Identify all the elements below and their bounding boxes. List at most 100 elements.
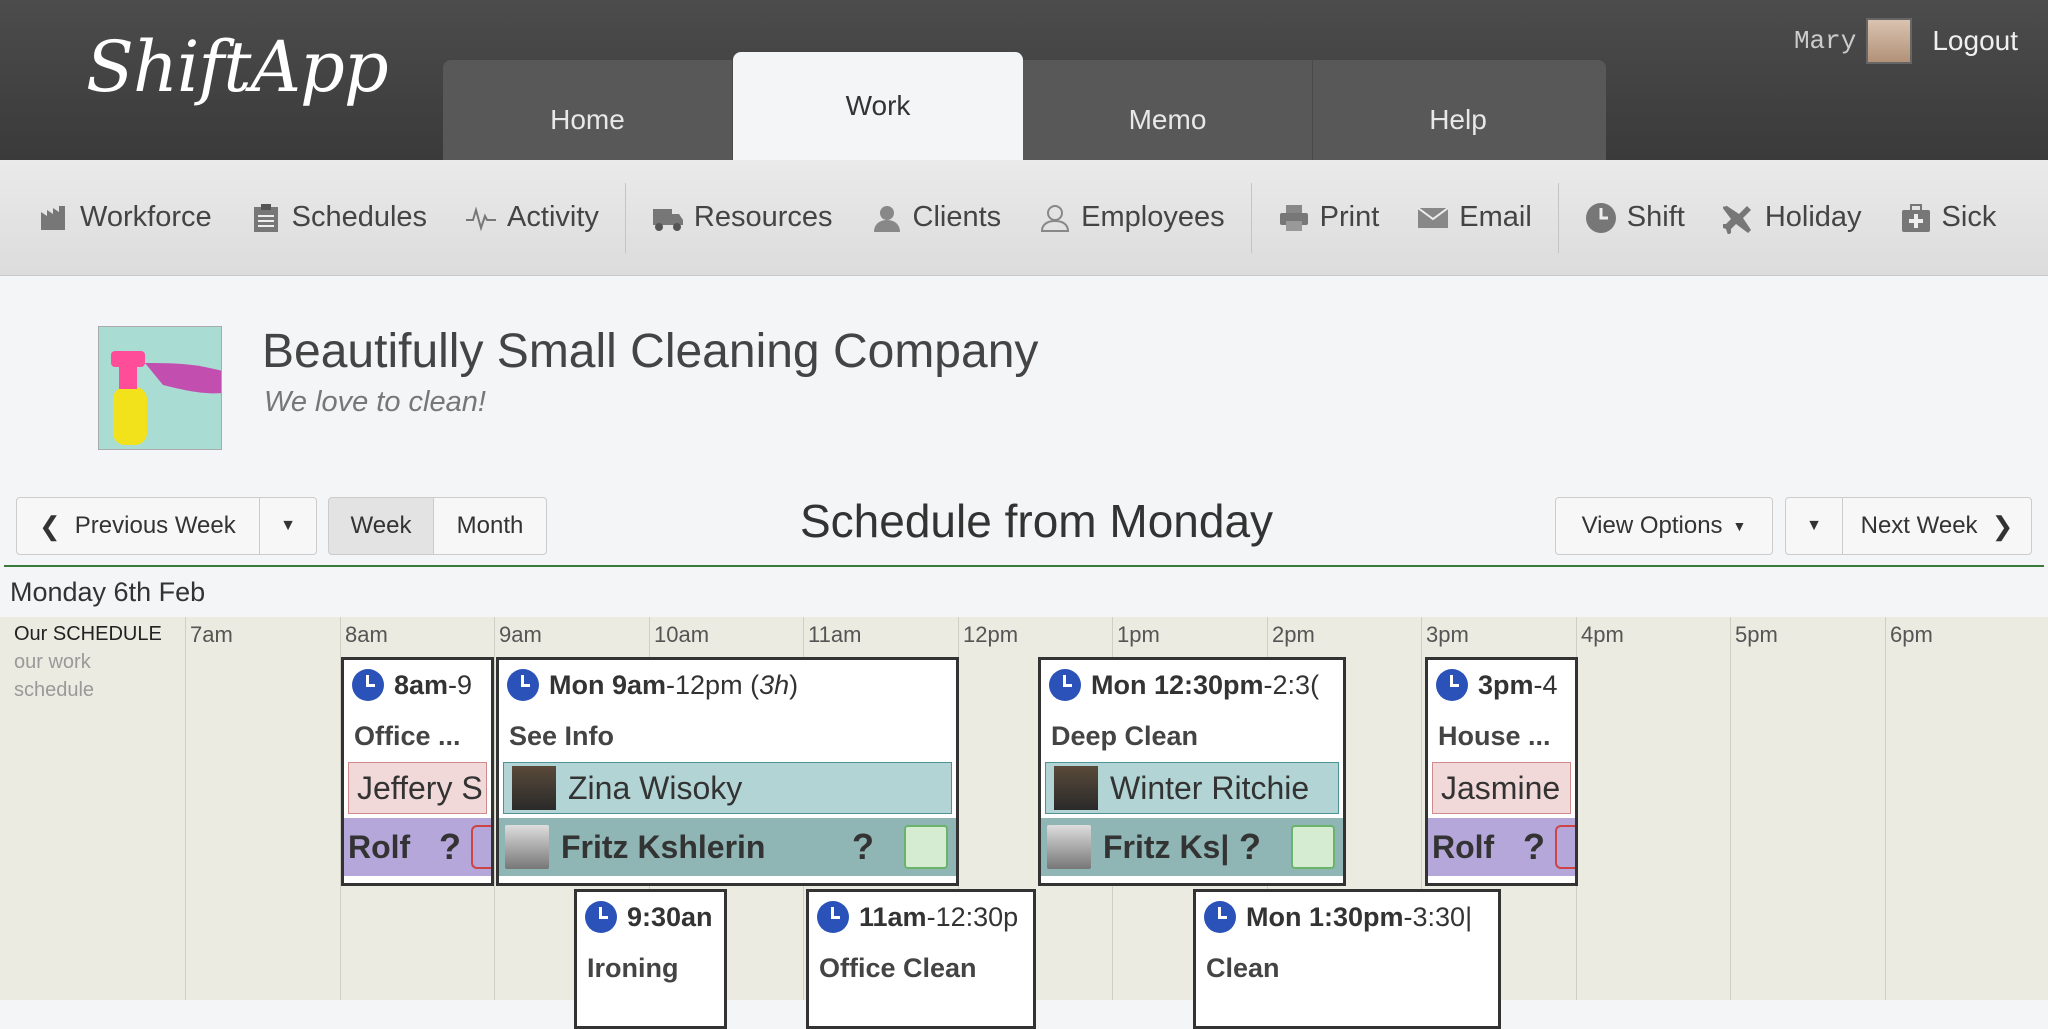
user-menu: Mary Logout: [1794, 18, 2048, 64]
toolbar-employees[interactable]: Employees: [1039, 201, 1225, 234]
status-question[interactable]: ?: [439, 826, 461, 868]
toolbar-holiday[interactable]: Holiday: [1722, 201, 1862, 234]
shift-card[interactable]: 3pm -4 House ... Jasmine Rolf?: [1425, 657, 1578, 886]
employee-row[interactable]: Fritz Ks|?: [1041, 818, 1343, 876]
shift-start: 9:30an: [627, 901, 713, 932]
clock-icon: [1204, 901, 1236, 933]
toolbar-label: Sick: [1941, 201, 1997, 233]
printer-icon: [1278, 203, 1310, 233]
employee-avatar: [505, 825, 549, 869]
shift-start: 11am: [859, 901, 927, 932]
toolbar-clients[interactable]: Clients: [871, 201, 1002, 234]
toolbar-label: Workforce: [80, 201, 212, 233]
toolbar-divider: [1250, 182, 1252, 253]
top-bar: ShiftApp Home Work Memo Help Mary Logout: [0, 0, 2048, 160]
hour-label: 4pm: [1581, 622, 1624, 647]
month-view-button[interactable]: Month: [433, 497, 547, 555]
toolbar-schedules[interactable]: Schedules: [250, 201, 427, 234]
employee-row[interactable]: Rolf?: [1428, 818, 1575, 876]
clock-icon: [352, 669, 384, 701]
status-question[interactable]: ?: [852, 826, 874, 868]
employee-name: Rolf: [1432, 828, 1495, 865]
status-question[interactable]: ?: [1239, 826, 1261, 868]
company-logo: [98, 326, 222, 450]
chevron-left-icon: ❮: [39, 510, 61, 541]
confirm-checkbox[interactable]: [1291, 825, 1335, 869]
shift-card[interactable]: Mon 12:30pm -2:3( Deep Clean Winter Ritch…: [1038, 657, 1346, 886]
shift-card[interactable]: Mon 9am -12pm (3h) See Info Zina Wisoky F…: [496, 657, 959, 886]
clock-icon: [1049, 669, 1081, 701]
client-pill[interactable]: Zina Wisoky: [503, 762, 952, 814]
shift-card[interactable]: 9:30an Ironing: [574, 889, 727, 1029]
previous-dropdown-button[interactable]: ▼: [259, 497, 317, 555]
hour-label: 11am: [808, 622, 862, 647]
clock-icon: [507, 669, 539, 701]
toolbar-workforce[interactable]: Workforce: [38, 201, 212, 234]
shift-card[interactable]: 11am -12:30p Office Clean: [806, 889, 1036, 1029]
status-box[interactable]: [1555, 825, 1575, 869]
shift-title: Office Clean: [819, 952, 977, 983]
shift-card[interactable]: 8am -9 Office ... Jeffery S Rolf?: [341, 657, 494, 886]
toolbar-label: Clients: [912, 201, 1002, 233]
shift-title: Deep Clean: [1051, 720, 1199, 751]
toolbar-resources[interactable]: Resources: [652, 201, 833, 234]
previous-week-label: Previous Week: [74, 512, 236, 539]
shift-start: Mon 9am: [549, 669, 667, 700]
employee-row[interactable]: Fritz Kshlerin?: [499, 818, 956, 876]
toolbar-activity[interactable]: Activity: [465, 201, 599, 234]
schedule-description: our work schedule: [14, 651, 95, 701]
toolbar-print[interactable]: Print: [1278, 201, 1379, 234]
toolbar-label: Activity: [507, 201, 599, 233]
toolbar-shift[interactable]: Shift: [1585, 201, 1685, 234]
tab-help[interactable]: Help: [1313, 60, 1603, 160]
clock-icon: [817, 901, 849, 933]
hour-gridline: [494, 617, 495, 1000]
schedule-name: Our SCHEDULE: [14, 623, 162, 645]
shift-card[interactable]: Mon 1:30pm -3:30| Clean: [1193, 889, 1501, 1029]
shift-duration: 3h: [759, 669, 790, 700]
shift-start: 8am: [394, 669, 449, 700]
toolbar-divider: [1557, 182, 1559, 253]
toolbar-sick[interactable]: Sick: [1900, 201, 1997, 234]
user-name[interactable]: Mary: [1794, 26, 1856, 56]
employee-row[interactable]: Rolf?: [344, 818, 491, 876]
hour-label: 1pm: [1117, 622, 1160, 647]
shift-end: -4: [1533, 669, 1558, 700]
view-options-button[interactable]: View Options ▼: [1555, 497, 1773, 555]
shift-end: -9: [448, 669, 473, 700]
next-week-button[interactable]: Next Week ❯: [1842, 497, 2032, 555]
shift-end: -12:30p: [926, 901, 1019, 932]
status-box[interactable]: [471, 825, 491, 869]
app-logo[interactable]: ShiftApp: [86, 26, 389, 108]
schedule-divider: [4, 565, 2044, 567]
toolbar-label: Resources: [693, 201, 833, 233]
company-name: Beautifully Small Cleaning Company: [262, 325, 1039, 378]
employee-avatar: [1047, 825, 1091, 869]
clients-icon: [871, 203, 903, 233]
hour-label: 8am: [345, 622, 388, 647]
client-pill[interactable]: Winter Ritchie: [1045, 762, 1339, 814]
logout-link[interactable]: Logout: [1932, 25, 2018, 57]
tab-memo[interactable]: Memo: [1023, 60, 1313, 160]
next-dropdown-button[interactable]: ▼: [1785, 497, 1843, 555]
client-pill[interactable]: Jeffery S: [348, 762, 487, 814]
hour-gridline: [185, 617, 186, 1000]
hour-gridline: [1885, 617, 1886, 1000]
caret-down-icon: ▼: [280, 517, 296, 534]
employee-name: Fritz Kshlerin: [561, 828, 766, 865]
client-pill[interactable]: Jasmine: [1432, 762, 1571, 814]
shift-title: Office ...: [354, 720, 461, 751]
status-question[interactable]: ?: [1523, 826, 1545, 868]
employee-name: Fritz Ks|: [1103, 828, 1230, 865]
tab-home[interactable]: Home: [443, 60, 733, 160]
view-options-label: View Options: [1581, 512, 1723, 539]
client-name: Jasmine: [1441, 769, 1561, 806]
user-avatar[interactable]: [1866, 18, 1913, 64]
previous-week-button[interactable]: ❮ Previous Week: [16, 497, 260, 555]
client-name: Winter Ritchie: [1110, 769, 1310, 806]
confirm-checkbox[interactable]: [904, 825, 948, 869]
work-toolbar: Workforce Schedules Activity Resources C…: [0, 160, 2048, 276]
toolbar-email[interactable]: Email: [1417, 201, 1532, 234]
week-view-button[interactable]: Week: [328, 497, 434, 555]
tab-work[interactable]: Work: [733, 52, 1023, 160]
